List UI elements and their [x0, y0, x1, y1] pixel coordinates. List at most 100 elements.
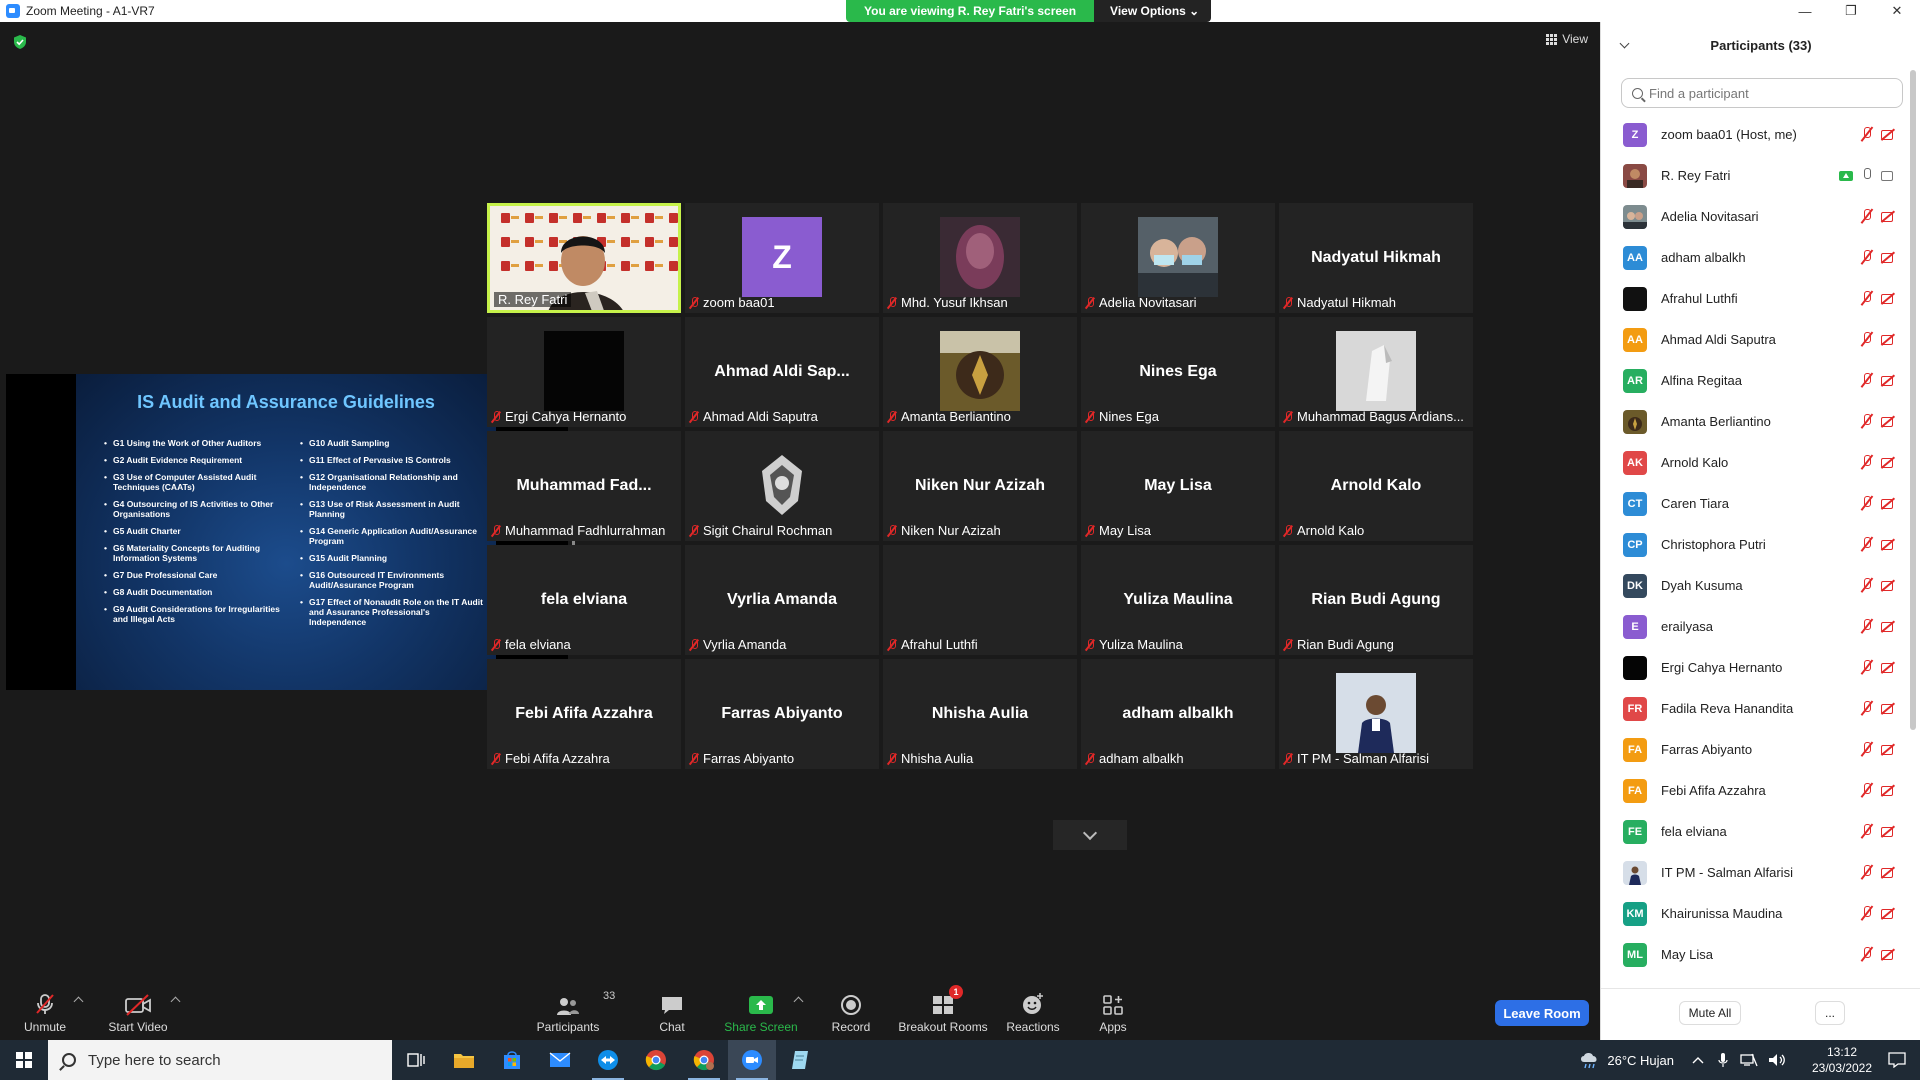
- participant-avatar: FA: [1623, 737, 1647, 762]
- unmute-button[interactable]: Unmute: [20, 980, 70, 1040]
- close-button[interactable]: ✕: [1874, 0, 1920, 22]
- video-tile[interactable]: Yuliza Maulina Yuliza Maulina: [1081, 545, 1275, 655]
- participant-list-scrollbar[interactable]: [1910, 70, 1916, 730]
- participant-row[interactable]: Amanta Berliantino: [1601, 401, 1907, 442]
- minimize-button[interactable]: —: [1782, 0, 1828, 22]
- participant-row[interactable]: Afrahul Luthfi: [1601, 278, 1907, 319]
- video-tile[interactable]: Muhammad Fad... Muhammad Fadhlurrahman: [487, 431, 681, 541]
- participant-row[interactable]: Zzoom baa01 (Host, me): [1601, 114, 1907, 155]
- microphone-muted-icon: [1283, 296, 1293, 309]
- participant-row[interactable]: CP Christophora Putri: [1601, 524, 1907, 565]
- taskbar-search-box[interactable]: Type here to search: [48, 1040, 392, 1080]
- participant-search[interactable]: [1621, 78, 1903, 108]
- microphone-muted-icon: [491, 524, 501, 537]
- participant-row[interactable]: KM Khairunissa Maudina: [1601, 893, 1907, 934]
- view-options-button[interactable]: View Options ⌄: [1094, 0, 1212, 22]
- restore-button[interactable]: ❐: [1828, 0, 1874, 22]
- video-tile[interactable]: Mhd. Yusuf Ikhsan: [883, 203, 1077, 313]
- participant-row[interactable]: FA Farras Abiyanto: [1601, 729, 1907, 770]
- start-video-button[interactable]: Start Video: [105, 980, 171, 1040]
- apps-button[interactable]: Apps: [1096, 980, 1130, 1040]
- taskbar-chrome-profile[interactable]: [680, 1040, 728, 1080]
- reactions-button[interactable]: Reactions: [1005, 980, 1061, 1040]
- microphone-tray-icon[interactable]: [1718, 1052, 1728, 1068]
- more-options-button[interactable]: ...: [1815, 1001, 1845, 1025]
- participants-button[interactable]: 33 Participants: [532, 980, 616, 1040]
- participant-row[interactable]: CT Caren Tiara: [1601, 483, 1907, 524]
- video-tile[interactable]: Ergi Cahya Hernanto: [487, 317, 681, 427]
- video-tile[interactable]: Vyrlia Amanda Vyrlia Amanda: [685, 545, 879, 655]
- leave-room-button[interactable]: Leave Room: [1495, 1000, 1589, 1026]
- participant-row[interactable]: FE fela elviana: [1601, 811, 1907, 852]
- volume-icon[interactable]: [1768, 1053, 1786, 1067]
- video-tile[interactable]: Niken Nur Azizah Niken Nur Azizah: [883, 431, 1077, 541]
- video-tile[interactable]: Sigit Chairul Rochman: [685, 431, 879, 541]
- taskbar-clock[interactable]: 13:12 23/03/2022: [1802, 1044, 1882, 1076]
- participant-row[interactable]: AA Ahmad Aldi Saputra: [1601, 319, 1907, 360]
- taskbar-mail[interactable]: [536, 1040, 584, 1080]
- weather-text[interactable]: 26°C Hujan: [1607, 1053, 1674, 1068]
- participant-row[interactable]: DK Dyah Kusuma: [1601, 565, 1907, 606]
- video-tile[interactable]: Nhisha Aulia Nhisha Aulia: [883, 659, 1077, 769]
- participant-row[interactable]: FR Fadila Reva Hanandita: [1601, 688, 1907, 729]
- mail-icon: [549, 1052, 571, 1067]
- view-layout-button[interactable]: View: [1546, 32, 1588, 46]
- video-tile[interactable]: fela elviana fela elviana: [487, 545, 681, 655]
- tile-name-label: IT PM - Salman Alfarisi: [1283, 751, 1429, 766]
- video-tile[interactable]: May Lisa May Lisa: [1081, 431, 1275, 541]
- video-tile[interactable]: Rian Budi Agung Rian Budi Agung: [1279, 545, 1473, 655]
- encryption-shield-icon[interactable]: [12, 34, 28, 50]
- video-tile[interactable]: Nines Ega Nines Ega: [1081, 317, 1275, 427]
- taskbar-file-explorer[interactable]: [440, 1040, 488, 1080]
- video-tile[interactable]: R. Rey Fatri: [487, 203, 681, 313]
- task-view-button[interactable]: [392, 1040, 440, 1080]
- clock-date: 23/03/2022: [1811, 1061, 1873, 1075]
- tile-display-name: Nhisha Aulia: [931, 705, 1029, 722]
- video-tile[interactable]: Muhammad Bagus Ardians...: [1279, 317, 1473, 427]
- shared-screen[interactable]: IS Audit and Assurance Guidelines G1 Usi…: [6, 374, 568, 690]
- participant-row[interactable]: IT PM - Salman Alfarisi: [1601, 852, 1907, 893]
- participant-row[interactable]: Ergi Cahya Hernanto: [1601, 647, 1907, 688]
- taskbar-store[interactable]: [488, 1040, 536, 1080]
- participant-row[interactable]: AK Arnold Kalo: [1601, 442, 1907, 483]
- video-tile[interactable]: Afrahul Luthfi: [883, 545, 1077, 655]
- participant-row[interactable]: Adelia Novitasari: [1601, 196, 1907, 237]
- participant-row[interactable]: AA adham albalkh: [1601, 237, 1907, 278]
- chat-button[interactable]: Chat: [652, 980, 692, 1040]
- video-tile[interactable]: Zzoom baa01: [685, 203, 879, 313]
- microphone-muted-icon: [1861, 905, 1873, 921]
- taskbar-chrome[interactable]: [632, 1040, 680, 1080]
- video-tile[interactable]: Nadyatul Hikmah Nadyatul Hikmah: [1279, 203, 1473, 313]
- participant-row[interactable]: ML May Lisa: [1601, 934, 1907, 975]
- video-options-caret-icon[interactable]: [170, 996, 181, 1007]
- notifications-icon[interactable]: [1888, 1052, 1906, 1068]
- record-button[interactable]: Record: [830, 980, 872, 1040]
- slide-bullet: G13 Use of Risk Assessment in Audit Plan…: [300, 499, 488, 519]
- video-tile[interactable]: IT PM - Salman Alfarisi: [1279, 659, 1473, 769]
- video-tile[interactable]: Amanta Berliantino: [883, 317, 1077, 427]
- participant-row[interactable]: FA Febi Afifa Azzahra: [1601, 770, 1907, 811]
- mute-all-button[interactable]: Mute All: [1679, 1001, 1741, 1025]
- video-tile[interactable]: Febi Afifa Azzahra Febi Afifa Azzahra: [487, 659, 681, 769]
- taskbar-teamviewer[interactable]: [584, 1040, 632, 1080]
- network-icon[interactable]: [1740, 1053, 1758, 1067]
- taskbar-zoom[interactable]: [728, 1040, 776, 1080]
- microphone-muted-icon: [1861, 454, 1873, 470]
- video-tile[interactable]: adham albalkh adham albalkh: [1081, 659, 1275, 769]
- participant-search-input[interactable]: [1649, 85, 1889, 101]
- video-tile[interactable]: Adelia Novitasari: [1081, 203, 1275, 313]
- taskbar-notes-app[interactable]: [776, 1040, 824, 1080]
- tray-overflow-chevron-icon[interactable]: [1692, 1055, 1704, 1065]
- participant-row[interactable]: R. Rey Fatri: [1601, 155, 1907, 196]
- collapse-panel-chevron-icon[interactable]: [1619, 38, 1630, 49]
- start-button[interactable]: [0, 1040, 48, 1080]
- share-screen-button[interactable]: Share Screen: [724, 980, 798, 1040]
- participant-row[interactable]: AR Alfina Regitaa: [1601, 360, 1907, 401]
- participant-row[interactable]: Eerailyasa: [1601, 606, 1907, 647]
- video-tile[interactable]: Ahmad Aldi Sap... Ahmad Aldi Saputra: [685, 317, 879, 427]
- audio-options-caret-icon[interactable]: [73, 996, 84, 1007]
- gallery-next-page-button[interactable]: [1053, 820, 1127, 850]
- breakout-rooms-button[interactable]: 1 Breakout Rooms: [898, 980, 988, 1040]
- video-tile[interactable]: Arnold Kalo Arnold Kalo: [1279, 431, 1473, 541]
- video-tile[interactable]: Farras Abiyanto Farras Abiyanto: [685, 659, 879, 769]
